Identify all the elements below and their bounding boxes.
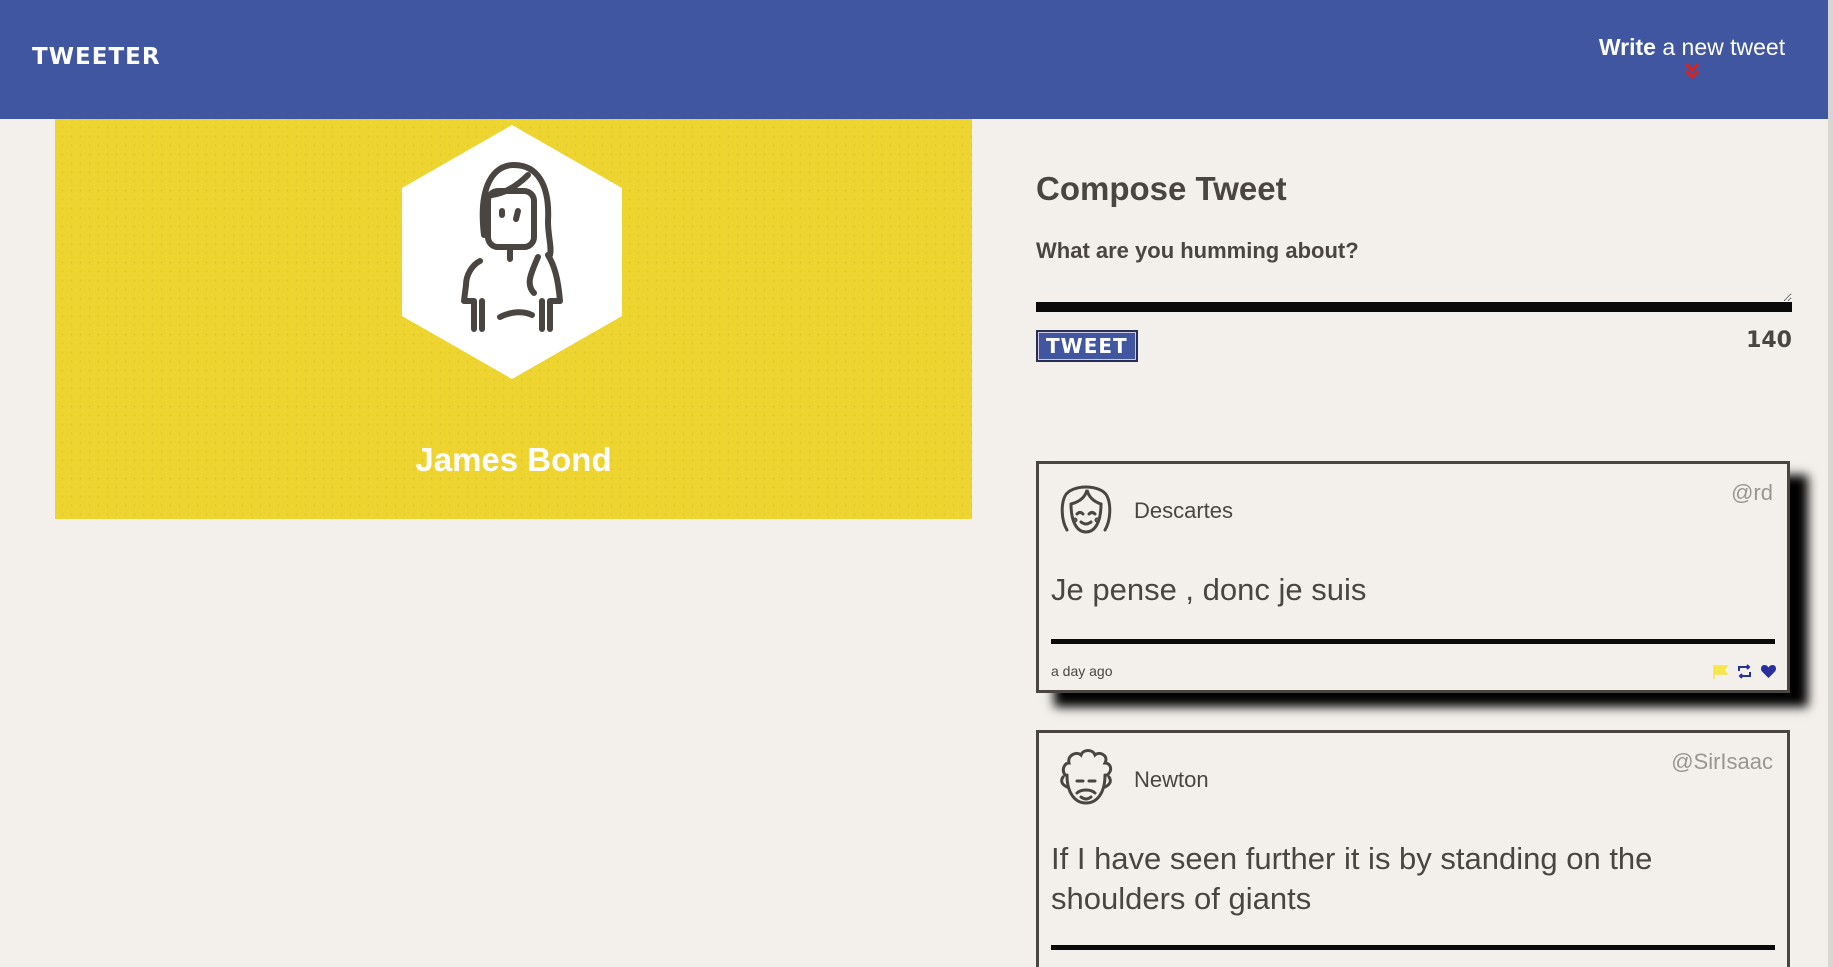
compose-section: Compose Tweet What are you humming about…: [1036, 170, 1792, 370]
retweet-icon[interactable]: [1736, 663, 1753, 680]
tweet-content: If I have seen further it is by standing…: [1051, 841, 1653, 916]
write-label-strong: Write: [1598, 34, 1656, 60]
tweet-author-name: Descartes: [1134, 498, 1234, 523]
flag-icon[interactable]: [1712, 663, 1729, 680]
tweet-divider: [1051, 945, 1775, 950]
tweet-submit-button[interactable]: TWEET: [1036, 330, 1138, 362]
heart-icon[interactable]: [1760, 663, 1777, 680]
tweet-author-name: Newton: [1134, 767, 1209, 792]
tweet-textarea[interactable]: [1036, 272, 1792, 312]
brand-logo[interactable]: TWEETER: [32, 44, 161, 70]
profile-card: James Bond: [55, 119, 972, 519]
tweet-content: Je pense , donc je suis: [1051, 572, 1367, 607]
girl-face-avatar-icon: [1055, 478, 1117, 540]
tweet-divider: [1051, 639, 1775, 644]
curly-hair-avatar-icon: [1055, 747, 1117, 809]
top-nav: TWEETER Write a new tweet: [0, 0, 1828, 119]
tweet-actions: [1712, 663, 1777, 680]
tweet-author-handle: @rd: [1731, 480, 1773, 505]
write-label-rest: a new tweet: [1655, 34, 1786, 60]
tweet-timestamp: a day ago: [1051, 663, 1113, 679]
double-chevron-down-icon[interactable]: [1684, 62, 1700, 83]
profile-name: James Bond: [415, 441, 612, 478]
compose-footer: TWEET 140: [1036, 328, 1792, 370]
compose-prompt: What are you humming about?: [1036, 238, 1359, 263]
tweet-card: Descartes @rd Je pense , donc je suis a …: [1036, 461, 1790, 693]
female-avatar-icon: [402, 125, 622, 379]
tweet-card: Newton @SirIsaac If I have seen further …: [1036, 730, 1790, 967]
scrollbar[interactable]: [1828, 0, 1833, 967]
write-new-tweet-button[interactable]: Write a new tweet: [1597, 34, 1787, 86]
compose-title: Compose Tweet: [1036, 170, 1287, 207]
char-counter: 140: [1746, 328, 1792, 353]
page: TWEETER Write a new tweet James Bond Com…: [0, 0, 1833, 967]
tweet-author-handle: @SirIsaac: [1671, 749, 1773, 774]
